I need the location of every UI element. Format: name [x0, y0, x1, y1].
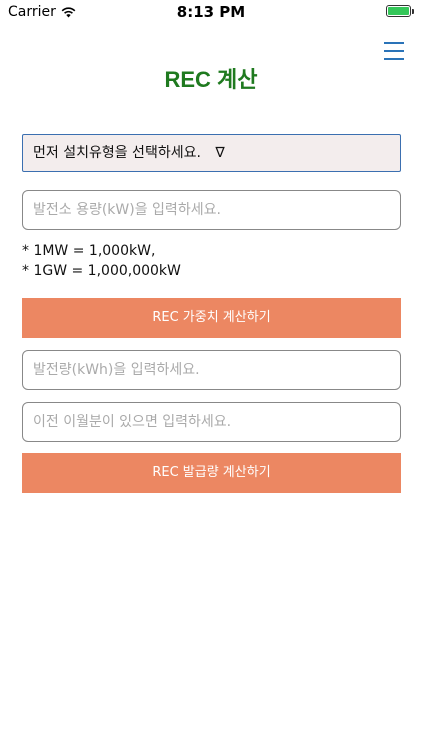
carryover-input[interactable]: 이전 이월분이 있으면 입력하세요. — [22, 402, 401, 442]
rec-weight-calc-button[interactable]: REC 가중치 계산하기 — [22, 298, 401, 338]
unit-note-gw: * 1GW = 1,000,000kW — [22, 263, 181, 279]
install-type-select-value: 먼저 설치유형을 선택하세요. — [33, 145, 201, 161]
unit-note-mw: * 1MW = 1,000kW, — [22, 243, 156, 259]
battery-indicator — [386, 5, 414, 17]
install-type-select[interactable]: 먼저 설치유형을 선택하세요. ∇ — [22, 134, 401, 172]
generation-input[interactable]: 발전량(kWh)을 입력하세요. — [22, 350, 401, 390]
generation-input-placeholder: 발전량(kWh)을 입력하세요. — [33, 362, 200, 378]
status-bar: Carrier 8:13 PM — [0, 0, 422, 24]
status-time: 8:13 PM — [176, 3, 246, 21]
battery-cap — [412, 8, 414, 14]
carryover-input-placeholder: 이전 이월분이 있으면 입력하세요. — [33, 414, 232, 430]
page-title: REC 계산 — [164, 67, 258, 92]
battery-icon — [386, 5, 411, 17]
capacity-input[interactable]: 발전소 용량(kW)을 입력하세요. — [22, 190, 401, 230]
hamburger-menu-icon[interactable] — [384, 42, 404, 60]
capacity-input-placeholder: 발전소 용량(kW)을 입력하세요. — [33, 202, 221, 218]
rec-issuance-calc-button[interactable]: REC 발급량 계산하기 — [22, 453, 401, 493]
battery-fill — [388, 7, 409, 15]
select-arrow-icon: ∇ — [215, 145, 225, 161]
